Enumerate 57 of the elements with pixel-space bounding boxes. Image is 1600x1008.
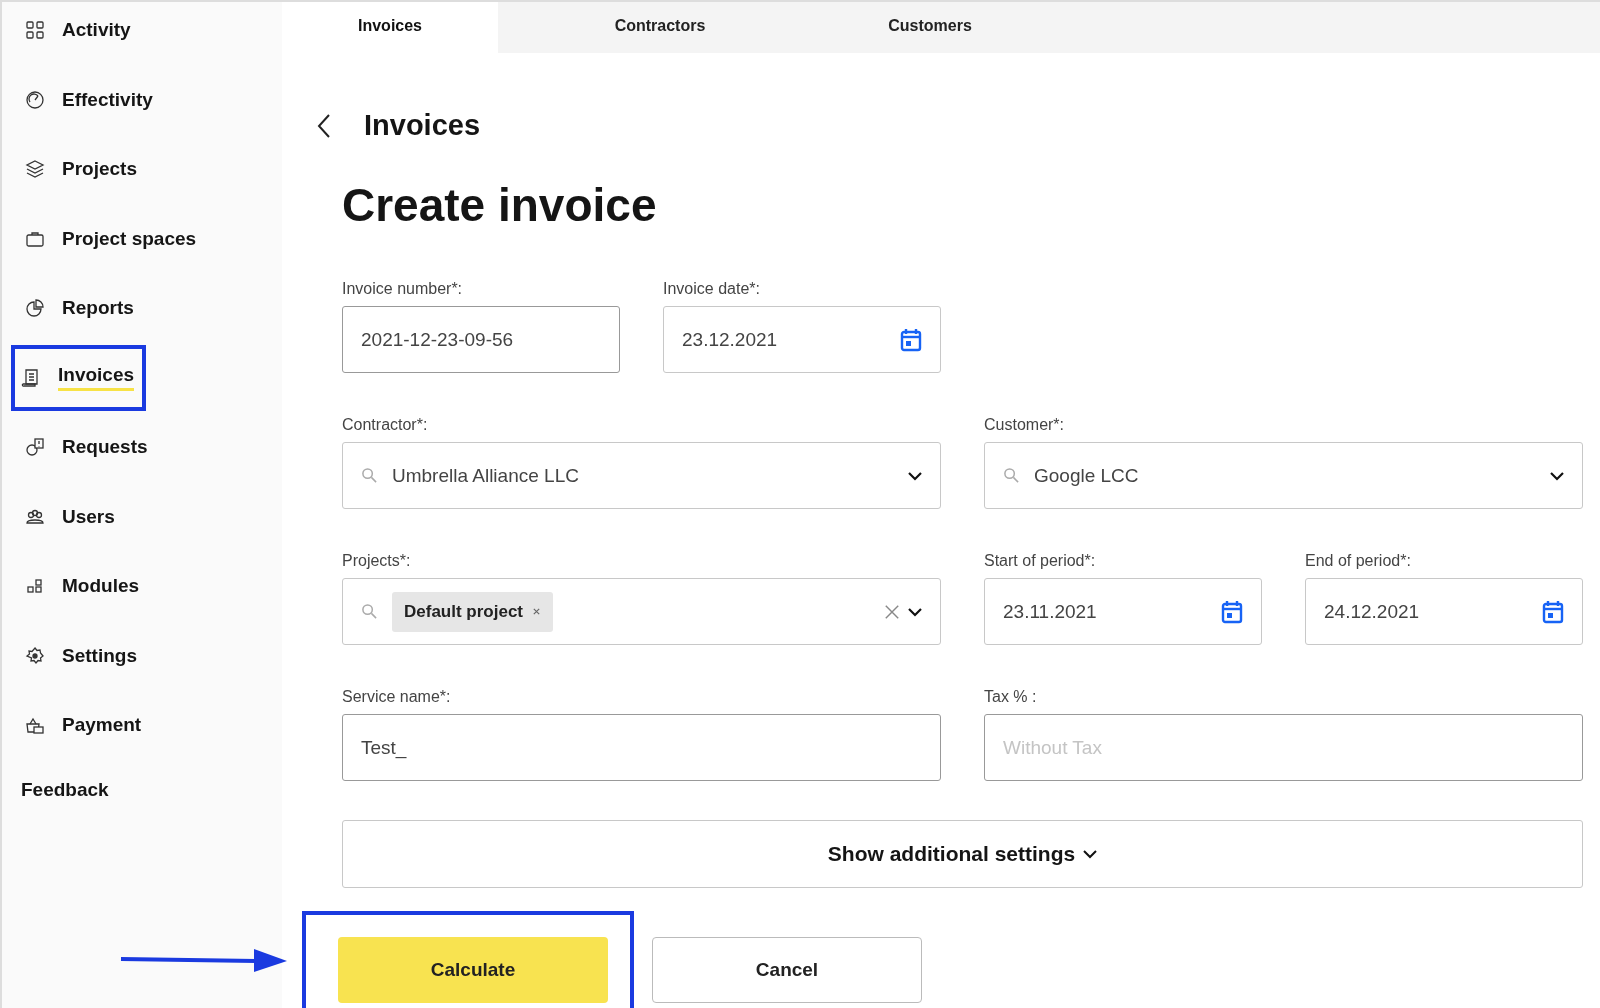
chevron-down-icon [908,470,922,481]
multiselect-field[interactable]: Default project [342,578,941,645]
layers-icon [25,159,45,179]
sidebar-item[interactable]: Payment [0,697,154,753]
field-label: Invoice date*: [663,280,761,298]
search-icon [1003,467,1020,484]
field-label: Tax % : [984,688,1038,706]
select-field[interactable]: Umbrella Alliance LLC [342,442,941,509]
search-icon [361,467,378,484]
grid-icon [25,20,45,40]
sidebar-item[interactable]: Projects [0,141,149,197]
input-field[interactable]: 2021-12-23-09-56 [342,306,620,373]
input-field[interactable]: Without Tax [984,714,1583,781]
breadcrumb-title: Invoices [364,109,481,142]
calendar-icon[interactable] [1221,599,1243,624]
sidebar-item[interactable]: Settings [0,627,149,684]
input-field[interactable]: Test_ [342,714,941,781]
calculate-button[interactable]: Calculate [338,937,608,1003]
modules-icon [25,576,45,596]
sidebar-item[interactable]: Activity [0,2,143,58]
sidebar-item[interactable]: Users [0,488,127,545]
feedback-link[interactable]: Feedback [21,778,282,801]
field-label: Start of period*: [984,552,1097,570]
sidebar-item[interactable]: Invoices [11,344,147,411]
remove-icon[interactable] [532,607,542,616]
sidebar-item[interactable]: Reports [0,280,146,336]
chevron-down-icon [1083,849,1098,859]
field-label: Contractor*: [342,416,429,434]
field-label: Customer*: [984,416,1066,434]
sidebar-item[interactable]: Project spaces [0,210,209,267]
sidebar-item[interactable]: Requests [0,419,160,475]
chevron-down-icon [908,606,922,617]
chevron-down-icon [1550,470,1564,481]
select-field[interactable]: Google LCC [984,442,1583,509]
cancel-button[interactable]: Cancel [652,937,922,1003]
tab[interactable]: Invoices [282,2,498,53]
show-additional-settings-button[interactable]: Show additional settings [342,820,1583,888]
date-field[interactable]: 23.12.2021 [663,306,941,373]
page-title: Create invoice [342,178,658,232]
field-label: Projects*: [342,552,412,570]
sidebar-item[interactable]: Modules [0,558,152,614]
project-tag[interactable]: Default project [392,591,554,632]
pie-chart-icon [25,298,45,318]
field-label: End of period*: [1305,552,1412,570]
date-field[interactable]: 24.12.2021 [1305,578,1583,645]
field-label: Invoice number*: [342,280,464,298]
date-field[interactable]: 23.11.2021 [984,578,1262,645]
gauge-icon [25,89,45,110]
clear-icon[interactable] [884,603,900,620]
calendar-icon[interactable] [900,327,922,352]
field-label: Service name*: [342,688,452,706]
settings-icon [25,645,45,666]
document-icon [21,367,41,388]
alert-document-icon [25,437,45,457]
calendar-icon[interactable] [1542,599,1564,624]
search-icon [361,603,378,620]
sidebar-item[interactable]: Effectivity [0,71,165,128]
